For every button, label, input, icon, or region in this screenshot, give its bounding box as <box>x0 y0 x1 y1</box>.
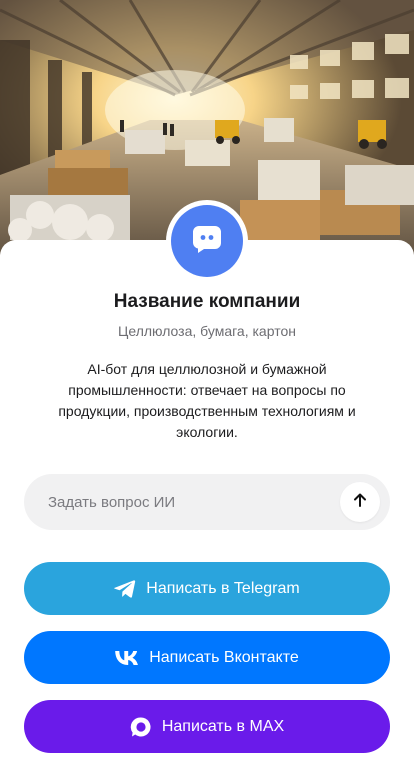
company-tagline: Целлюлоза, бумага, картон <box>118 323 296 339</box>
avatar <box>171 205 243 277</box>
telegram-button[interactable]: Написать в Telegram <box>24 562 390 615</box>
max-button[interactable]: Написать в MAX <box>24 700 390 753</box>
arrow-up-icon <box>352 492 368 513</box>
ask-ai-input[interactable] <box>48 474 348 530</box>
vk-button-label: Написать Вконтакте <box>149 648 299 666</box>
company-name: Название компании <box>113 291 301 312</box>
vk-button[interactable]: Написать Вконтакте <box>24 631 390 684</box>
telegram-icon <box>114 579 136 599</box>
max-button-label: Написать в MAX <box>161 717 285 735</box>
telegram-button-label: Написать в Telegram <box>146 579 300 597</box>
send-button[interactable] <box>340 482 380 522</box>
page: Название компании Целлюлоза, бумага, кар… <box>0 0 414 770</box>
max-icon <box>130 716 152 738</box>
vk-icon <box>115 650 139 665</box>
ask-ai-box <box>24 474 390 530</box>
company-description: AI-бот для целлюлозной и бумажной промыш… <box>58 361 356 440</box>
chat-bot-icon <box>190 222 224 261</box>
